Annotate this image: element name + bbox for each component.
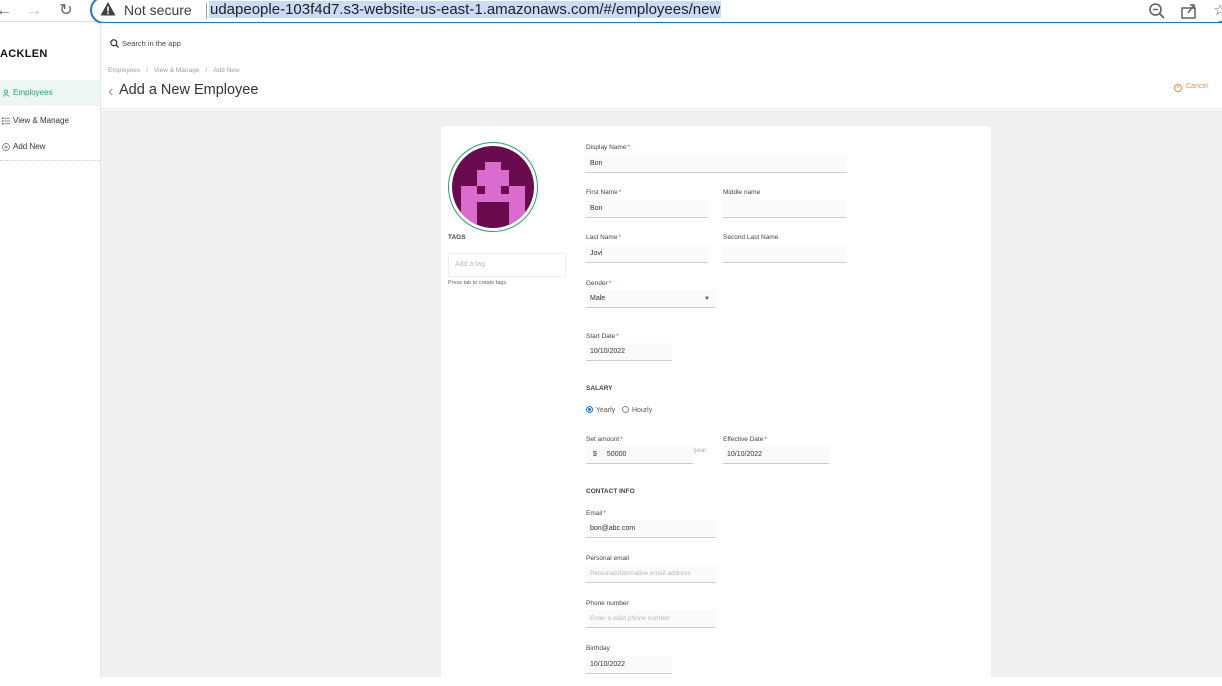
back-chevron-icon[interactable]: ‹ [108,83,113,101]
url-text[interactable]: udapeople-103f4d7.s3-website-us-east-1.a… [209,1,722,18]
plus-circle-icon [2,143,10,151]
sidebar: ACKLEN Employees View & Manage Add New [0,23,101,677]
gender-label: Gender* [586,280,612,287]
gender-select[interactable]: Male ▼ [586,290,716,308]
email-field[interactable]: bon@abc.com [586,520,716,538]
address-bar[interactable]: Not secure udapeople-103f4d7.s3-website-… [90,0,1222,24]
warning-icon [100,2,116,16]
last-name-field[interactable]: Jovi [586,245,708,263]
breadcrumb-employees[interactable]: Employees [108,67,140,74]
start-date-label: Start Date* [586,333,619,340]
personal-email-field[interactable]: Personal/Alternative email address [586,565,716,583]
dropdown-caret-icon: ▼ [704,296,710,302]
page-title: Add a New Employee [119,82,259,98]
birthday-label: Birthday [586,645,610,652]
search-input[interactable]: Search in the app [122,39,181,48]
sidebar-item-label: View & Manage [13,116,69,125]
salary-section-title: SALARY [586,385,613,392]
phone-field[interactable]: Enter a valid phone number [586,610,716,628]
cancel-button[interactable]: × Cancel [1174,83,1208,92]
contact-section-title: CONTACT INFO [586,488,635,495]
sidebar-item-view-manage[interactable]: View & Manage [0,108,100,134]
back-arrow-icon[interactable]: ← [0,1,14,21]
effective-date-label: Effective Date* [723,436,767,443]
salary-yearly-radio[interactable]: Yearly [586,406,615,414]
sidebar-item-add-new[interactable]: Add New [0,134,100,160]
set-amount-field[interactable]: $50000 [586,446,693,464]
sidebar-divider [0,160,100,161]
sidebar-item-label: Employees [13,88,53,97]
omnibox-divider [206,3,207,19]
phone-label: Phone number [586,600,629,607]
tag-input[interactable]: Add a tag [448,253,566,277]
gender-value: Male [590,295,606,302]
start-date-field[interactable]: 10/10/2022 [586,343,672,361]
display-name-field[interactable]: Bon [586,155,846,173]
birthday-field[interactable]: 10/10/2022 [586,656,672,674]
middle-name-field[interactable] [723,200,846,218]
app-logo[interactable]: ACKLEN [0,48,48,60]
page-header: Search in the app Employees / View & Manag… [101,23,1222,109]
security-status[interactable]: Not secure [124,2,192,18]
sidebar-item-label: Add New [13,142,46,151]
second-last-name-field[interactable] [723,245,846,263]
radio-selected-icon [586,406,593,413]
reload-icon[interactable]: ↻ [56,1,76,21]
middle-name-label: Middle name [723,189,761,196]
forward-arrow-icon[interactable]: → [24,1,44,21]
amount-value: 50000 [606,451,627,458]
display-name-label: Display Name* [586,144,630,151]
breadcrumb-view-manage[interactable]: View & Manage [154,67,199,74]
last-name-label: Last Name* [586,234,621,241]
person-icon [2,89,10,97]
amount-unit: /year [693,448,707,454]
share-icon[interactable] [1180,2,1198,20]
sidebar-item-employees[interactable]: Employees [0,80,100,106]
email-label: Email* [586,510,606,517]
list-icon [2,117,10,125]
browser-toolbar: ← → ↻ Not secure udapeople-103f4d7.s3-we… [0,0,1222,24]
first-name-label: First Name* [586,189,622,196]
currency-symbol: $ [593,451,597,458]
radio-unselected-icon [622,406,629,413]
set-amount-label: Set amount* [586,436,623,443]
cancel-label: Cancel [1186,83,1208,90]
close-circle-icon: × [1174,84,1182,92]
first-name-field[interactable]: Bon [586,200,708,218]
salary-hourly-radio[interactable]: Hourly [622,406,652,414]
breadcrumb-add-new: Add New [213,67,240,74]
breadcrumb: Employees / View & Manage / Add New [108,67,240,74]
tags-label: TAGS [448,234,466,241]
tag-hint: Press tab to create tags. [448,280,508,286]
second-last-name-label: Second Last Name [723,234,779,241]
search-icon[interactable] [110,39,119,48]
avatar[interactable] [452,146,534,228]
zoom-icon[interactable] [1148,2,1166,20]
bookmark-star-icon[interactable]: ☆ [1210,1,1222,21]
effective-date-field[interactable]: 10/10/2022 [723,446,829,464]
identicon-image [461,162,525,226]
personal-email-label: Personal email [586,555,629,562]
